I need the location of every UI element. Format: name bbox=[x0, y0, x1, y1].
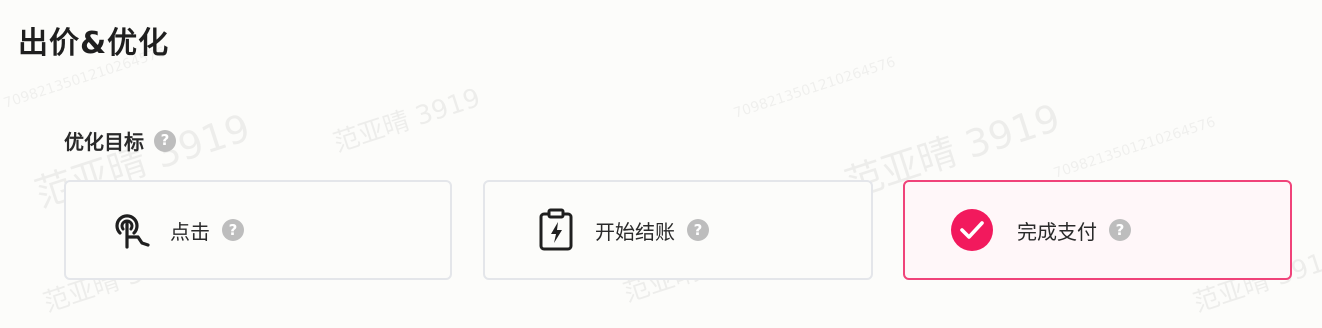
help-icon[interactable]: ? bbox=[154, 129, 176, 152]
goal-option-click[interactable]: 点击 ? bbox=[64, 180, 452, 280]
goal-option-label: 开始结账 bbox=[595, 219, 675, 244]
optimization-goal-header: 优化目标 ? bbox=[64, 126, 176, 155]
watermark-code: 7098213501210264576 bbox=[1051, 114, 1218, 182]
optimization-goal-label: 优化目标 bbox=[64, 130, 144, 154]
tap-icon bbox=[108, 207, 154, 253]
goal-option-label: 点击 bbox=[170, 219, 210, 244]
goal-option-complete-payment[interactable]: 完成支付 ? bbox=[903, 180, 1292, 280]
help-icon[interactable]: ? bbox=[222, 219, 244, 241]
watermark-code: 7098213501210264576 bbox=[731, 54, 898, 122]
help-icon[interactable]: ? bbox=[687, 219, 709, 241]
goal-option-start-checkout[interactable]: 开始结账 ? bbox=[483, 180, 873, 280]
help-icon[interactable]: ? bbox=[1109, 219, 1131, 241]
check-circle-icon bbox=[949, 207, 995, 253]
goal-option-label: 完成支付 bbox=[1017, 219, 1097, 244]
watermark-text: 范亚晴 3919 bbox=[329, 83, 485, 159]
section-title: 出价&优化 bbox=[18, 26, 170, 61]
clipboard-bolt-icon bbox=[533, 207, 579, 253]
